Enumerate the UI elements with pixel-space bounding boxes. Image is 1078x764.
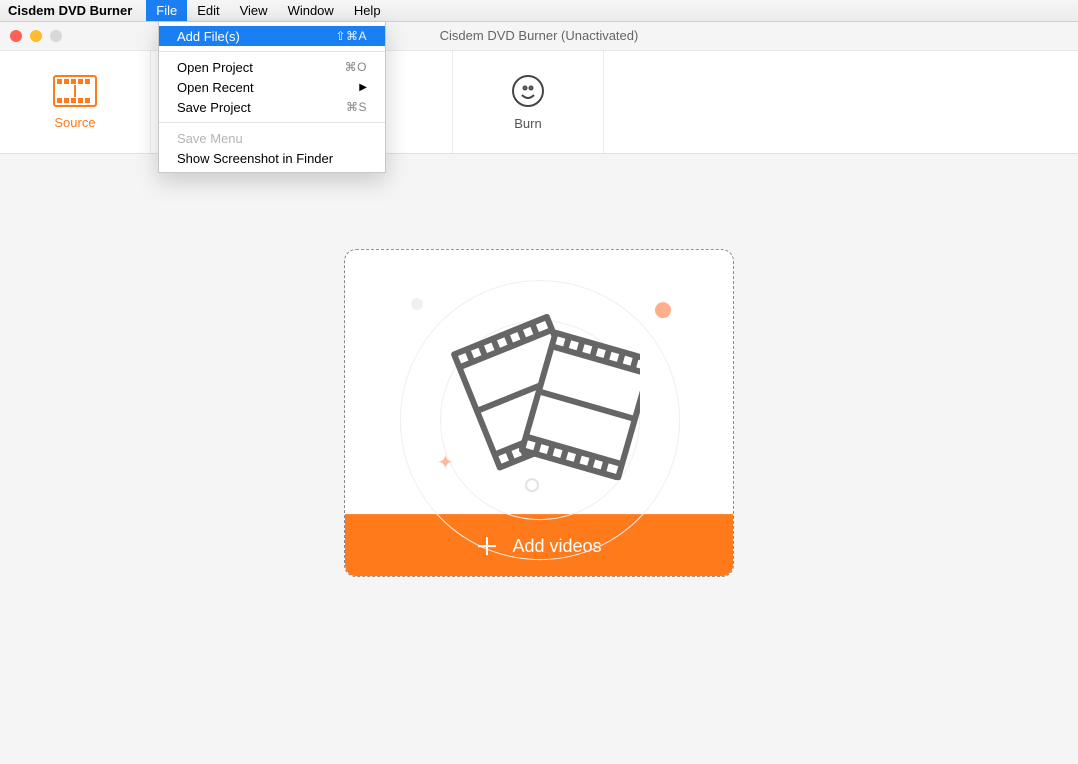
file-dropdown: Add File(s) ⇧⌘A Open Project ⌘O Open Rec… [158, 22, 386, 173]
content-area: ✦ [0, 154, 1078, 764]
menu-item-shortcut: ⇧⌘A [335, 29, 367, 43]
menu-save-menu: Save Menu [159, 128, 385, 148]
menu-item-label: Save Menu [177, 131, 243, 146]
tab-label: Burn [514, 116, 541, 131]
menu-item-label: Open Project [177, 60, 253, 75]
menu-open-recent[interactable]: Open Recent ▶ [159, 77, 385, 97]
source-icon [53, 75, 97, 107]
traffic-lights [0, 30, 62, 42]
menu-item-label: Add File(s) [177, 29, 240, 44]
menu-show-screenshot[interactable]: Show Screenshot in Finder [159, 148, 385, 168]
menu-help[interactable]: Help [344, 0, 391, 21]
menu-file[interactable]: File [146, 0, 187, 21]
tab-burn[interactable]: Burn [453, 51, 604, 153]
submenu-arrow-icon: ▶ [359, 82, 367, 93]
menu-item-label: Save Project [177, 100, 251, 115]
menu-item-label: Show Screenshot in Finder [177, 151, 333, 166]
minimize-icon[interactable] [30, 30, 42, 42]
menu-item-shortcut: ⌘O [345, 60, 367, 74]
menu-save-project[interactable]: Save Project ⌘S [159, 97, 385, 117]
mac-menu-bar: Cisdem DVD Burner File Edit View Window … [0, 0, 1078, 22]
menu-add-files[interactable]: Add File(s) ⇧⌘A [159, 26, 385, 46]
menu-view[interactable]: View [230, 0, 278, 21]
menu-item-shortcut: ⌘S [346, 100, 367, 114]
menu-edit[interactable]: Edit [187, 0, 229, 21]
menu-window[interactable]: Window [278, 0, 344, 21]
video-dropzone[interactable]: ✦ [344, 249, 734, 577]
burn-icon [511, 74, 545, 108]
window-title: Cisdem DVD Burner (Unactivated) [440, 22, 639, 50]
menu-separator [159, 51, 385, 52]
tab-label: Source [54, 115, 95, 130]
maximize-icon[interactable] [50, 30, 62, 42]
dropzone-illustration: ✦ [345, 250, 733, 514]
decoration-dot [411, 298, 423, 310]
tab-source[interactable]: Source [0, 51, 151, 153]
app-name: Cisdem DVD Burner [8, 3, 132, 18]
menu-item-label: Open Recent [177, 80, 254, 95]
menu-separator [159, 122, 385, 123]
film-strip-icon [440, 280, 640, 480]
decoration-dot [655, 302, 671, 318]
close-icon[interactable] [10, 30, 22, 42]
decoration-dot [525, 478, 539, 492]
menu-open-project[interactable]: Open Project ⌘O [159, 57, 385, 77]
